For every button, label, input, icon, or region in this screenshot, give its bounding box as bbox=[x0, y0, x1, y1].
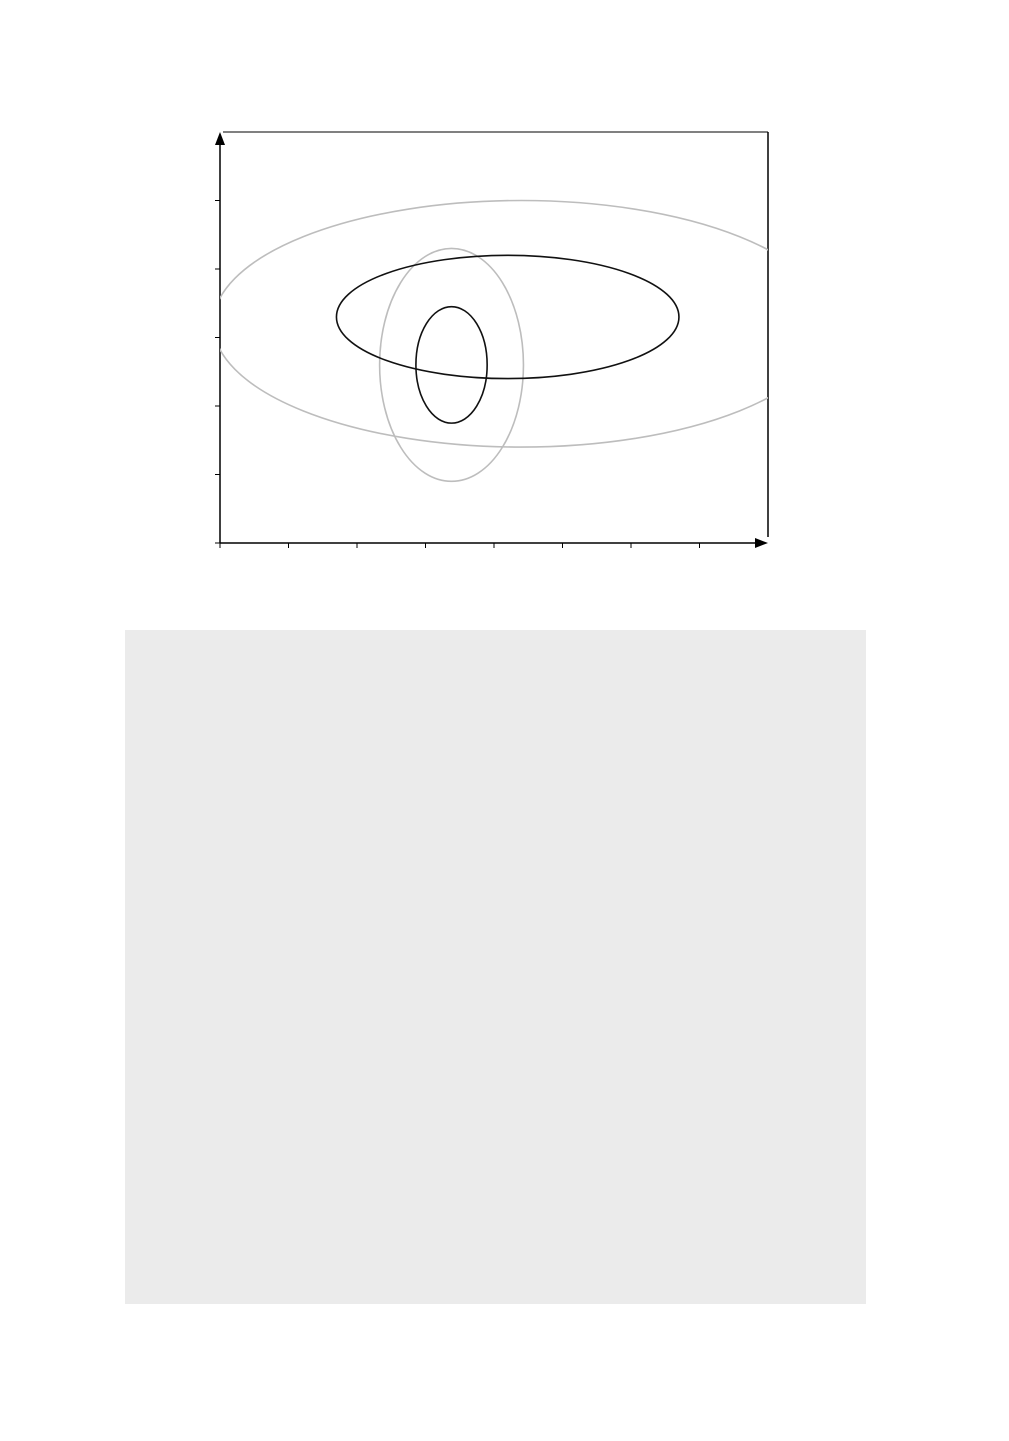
ellipse-1 bbox=[220, 199, 768, 448]
y-axis-arrow bbox=[215, 132, 225, 145]
plot-frame bbox=[215, 131, 769, 548]
ellipse-group bbox=[220, 199, 768, 483]
tick-group bbox=[215, 200, 700, 548]
x-axis-arrow bbox=[755, 538, 768, 548]
chart bbox=[215, 131, 769, 548]
ellipse-4 bbox=[415, 305, 488, 424]
ellipse-3 bbox=[335, 254, 680, 380]
blank-panel bbox=[125, 630, 866, 1304]
